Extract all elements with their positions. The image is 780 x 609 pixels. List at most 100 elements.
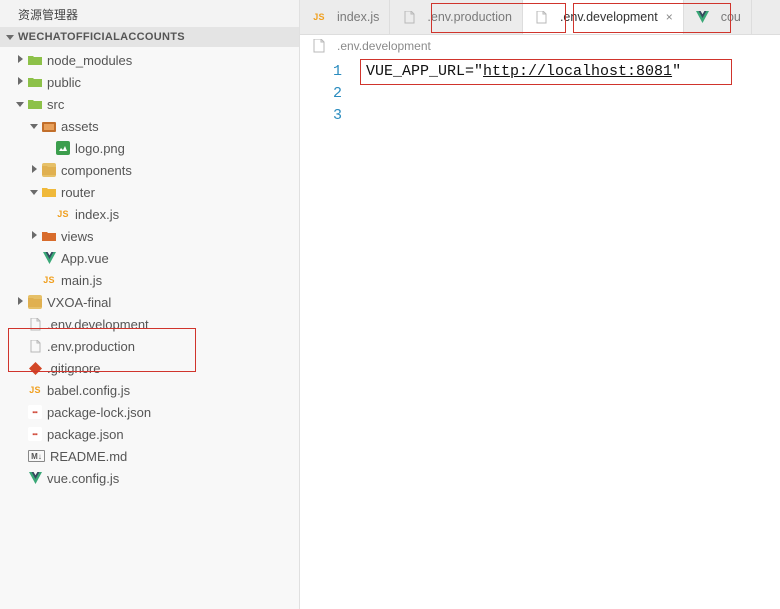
tree-label: assets <box>61 119 99 134</box>
tree-node[interactable]: components <box>0 159 299 181</box>
chevron-right-icon <box>28 231 40 242</box>
editor-tab[interactable]: .env.development × <box>523 0 684 34</box>
js-icon: JS <box>312 10 326 24</box>
breadcrumb[interactable]: .env.development <box>300 35 780 57</box>
file-tree: node_modulespublic src assets logo.png compo… <box>0 47 299 609</box>
editor-tab[interactable]: cou <box>684 0 752 34</box>
tree-label: vue.config.js <box>47 471 119 486</box>
tree-label: .env.development <box>47 317 149 332</box>
folder-icon <box>28 295 42 309</box>
file-icon <box>402 10 416 24</box>
tab-label: cou <box>721 10 741 24</box>
file-icon <box>28 317 42 331</box>
chevron-down-icon <box>6 31 14 43</box>
tree-label: node_modules <box>47 53 132 68</box>
tree-node[interactable]: JS babel.config.js <box>0 379 299 401</box>
vue-icon <box>42 251 56 265</box>
editor-tab[interactable]: JS index.js <box>300 0 390 34</box>
tab-label: index.js <box>337 10 379 24</box>
tree-label: router <box>61 185 95 200</box>
close-icon[interactable]: × <box>666 10 673 24</box>
tree-label: views <box>61 229 94 244</box>
tree-label: package-lock.json <box>47 405 151 420</box>
tree-node[interactable]: .env.development <box>0 313 299 335</box>
tree-label: components <box>61 163 132 178</box>
chevron-right-icon <box>14 77 26 88</box>
explorer-title: 资源管理器 <box>0 0 299 27</box>
tab-label: .env.production <box>427 10 512 24</box>
tree-node[interactable]: ┅ package.json <box>0 423 299 445</box>
chevron-right-icon <box>28 165 40 176</box>
tree-node[interactable]: ┅ package-lock.json <box>0 401 299 423</box>
project-name: WECHATOFFICIALACCOUNTS <box>18 31 185 43</box>
tree-node[interactable]: M↓ README.md <box>0 445 299 467</box>
code-lines: VUE_APP_URL="http://localhost:8081" <box>366 61 776 127</box>
tree-node[interactable]: App.vue <box>0 247 299 269</box>
tree-label: main.js <box>61 273 102 288</box>
vue-icon <box>696 10 710 24</box>
breadcrumb-label: .env.development <box>337 39 431 53</box>
tree-node[interactable]: public <box>0 71 299 93</box>
tree-node[interactable]: logo.png <box>0 137 299 159</box>
code-line-1[interactable]: VUE_APP_URL="http://localhost:8081" <box>366 61 776 83</box>
git-icon <box>28 361 42 375</box>
file-icon <box>535 10 549 24</box>
folder-icon <box>28 75 42 89</box>
chevron-down-icon <box>28 187 40 198</box>
tree-label: README.md <box>50 449 127 464</box>
folder-icon <box>28 97 42 111</box>
chevron-right-icon <box>14 55 26 66</box>
tree-label: package.json <box>47 427 124 442</box>
json-icon: ┅ <box>28 427 42 441</box>
tab-label: .env.development <box>560 10 658 24</box>
tree-label: .gitignore <box>47 361 100 376</box>
tree-node[interactable]: .env.production <box>0 335 299 357</box>
tree-node[interactable]: VXOA-final <box>0 291 299 313</box>
editor-tab[interactable]: .env.production <box>390 0 523 34</box>
tree-node[interactable]: vue.config.js <box>0 467 299 489</box>
line-number: 2 <box>300 83 360 105</box>
tree-label: src <box>47 97 64 112</box>
code-line-2[interactable] <box>366 83 776 105</box>
file-icon <box>312 39 326 53</box>
line-number: 1 <box>300 61 360 83</box>
chevron-down-icon <box>28 121 40 132</box>
tree-label: public <box>47 75 81 90</box>
js-icon: JS <box>56 207 70 221</box>
tree-node[interactable]: .gitignore <box>0 357 299 379</box>
tree-label: index.js <box>75 207 119 222</box>
assets-icon <box>42 119 56 133</box>
image-icon <box>56 141 70 155</box>
tree-node[interactable]: src <box>0 93 299 115</box>
js-icon: JS <box>28 383 42 397</box>
tree-node[interactable]: JS index.js <box>0 203 299 225</box>
editor-pane: JS index.js .env.production .env.developmen… <box>300 0 780 609</box>
markdown-icon: M↓ <box>28 450 45 462</box>
tree-node[interactable]: node_modules <box>0 49 299 71</box>
js-icon: JS <box>42 273 56 287</box>
chevron-down-icon <box>14 99 26 110</box>
folder-icon <box>42 229 56 243</box>
file-icon <box>28 339 42 353</box>
tree-label: .env.production <box>47 339 135 354</box>
chevron-right-icon <box>14 297 26 308</box>
explorer-sidebar: 资源管理器 WECHATOFFICIALACCOUNTS node_module… <box>0 0 300 609</box>
tree-label: logo.png <box>75 141 125 156</box>
code-editor[interactable]: 123 VUE_APP_URL="http://localhost:8081" <box>300 57 780 609</box>
tree-label: babel.config.js <box>47 383 130 398</box>
folder-icon <box>28 53 42 67</box>
tree-label: App.vue <box>61 251 109 266</box>
tree-label: VXOA-final <box>47 295 111 310</box>
json-icon: ┅ <box>28 405 42 419</box>
folder-icon <box>42 163 56 177</box>
tree-node[interactable]: views <box>0 225 299 247</box>
project-header[interactable]: WECHATOFFICIALACCOUNTS <box>0 27 299 47</box>
line-gutter: 123 <box>300 57 360 127</box>
tree-node[interactable]: assets <box>0 115 299 137</box>
code-line-3[interactable] <box>366 105 776 127</box>
tab-bar: JS index.js .env.production .env.developmen… <box>300 0 780 35</box>
tree-node[interactable]: JS main.js <box>0 269 299 291</box>
vue-icon <box>28 471 42 485</box>
line-number: 3 <box>300 105 360 127</box>
tree-node[interactable]: router <box>0 181 299 203</box>
